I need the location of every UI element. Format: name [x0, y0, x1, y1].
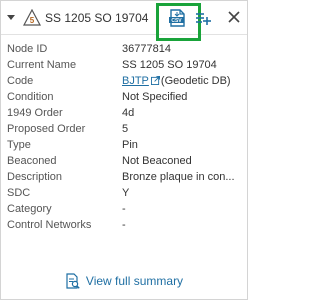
- row-value: -: [122, 203, 126, 215]
- row-label: Code: [7, 75, 34, 87]
- row-label: Category: [7, 203, 52, 215]
- row-condition: Condition Not Specified: [7, 89, 243, 105]
- row-beaconed: Beaconed Not Beaconed: [7, 153, 243, 169]
- row-value: Bronze plaque in con...: [122, 171, 235, 183]
- row-label: Proposed Order: [7, 123, 86, 135]
- summary-document-icon: [66, 273, 80, 289]
- panel-footer: View full summary: [1, 273, 247, 295]
- row-label: Condition: [7, 91, 54, 103]
- svg-text:CSV: CSV: [171, 18, 182, 24]
- row-control-networks: Control Networks -: [7, 217, 243, 233]
- panel-header: 5 SS 1205 SO 19704 CSV: [1, 1, 247, 41]
- row-1949-order: 1949 Order 4d: [7, 105, 243, 121]
- row-proposed-order: Proposed Order 5: [7, 121, 243, 137]
- row-value: Not Specified: [122, 91, 188, 103]
- row-label: SDC: [7, 187, 31, 199]
- row-label: Beaconed: [7, 155, 57, 167]
- add-to-list-icon[interactable]: [195, 10, 211, 26]
- row-code: Code BJTP (Geodetic DB): [7, 73, 243, 89]
- row-category: Category -: [7, 201, 243, 217]
- external-link-icon[interactable]: [150, 76, 160, 85]
- row-value: Y: [122, 187, 130, 199]
- panel-title: SS 1205 SO 19704: [45, 11, 149, 25]
- code-link[interactable]: BJTP: [122, 75, 149, 87]
- row-value: -: [122, 219, 126, 231]
- row-value: Not Beaconed: [122, 155, 192, 167]
- row-value: 5: [122, 123, 129, 135]
- row-current-name: Current Name SS 1205 SO 19704: [7, 57, 243, 73]
- survey-mark-triangle-icon: 5: [23, 9, 41, 26]
- attribute-list: Node ID 36777814 Current Name SS 1205 SO…: [7, 41, 243, 233]
- row-description: Description Bronze plaque in con...: [7, 169, 243, 185]
- row-label: Current Name: [7, 59, 77, 71]
- row-label: Control Networks: [7, 219, 92, 231]
- svg-text:5: 5: [30, 16, 35, 25]
- mark-details-panel: 5 SS 1205 SO 19704 CSV Node ID 36777814: [0, 0, 248, 300]
- row-value: Pin: [122, 139, 138, 151]
- row-value: SS 1205 SO 19704: [122, 59, 217, 71]
- view-full-summary-label: View full summary: [85, 274, 184, 288]
- row-type: Type Pin: [7, 137, 243, 153]
- row-value: 36777814: [122, 43, 171, 55]
- row-node-id: Node ID 36777814: [7, 41, 243, 57]
- row-value: 4d: [122, 107, 135, 119]
- row-label: Type: [7, 139, 31, 151]
- view-full-summary-link[interactable]: View full summary: [65, 273, 183, 289]
- row-label: Node ID: [7, 43, 48, 55]
- export-csv-icon[interactable]: CSV: [167, 8, 187, 28]
- row-sdc: SDC Y: [7, 185, 243, 201]
- row-value: BJTP (Geodetic DB): [122, 73, 244, 89]
- code-suffix: (Geodetic DB): [160, 75, 231, 87]
- close-icon[interactable]: [227, 10, 241, 24]
- row-label: 1949 Order: [7, 107, 63, 119]
- row-label: Description: [7, 171, 63, 183]
- collapse-caret-icon[interactable]: [7, 15, 15, 20]
